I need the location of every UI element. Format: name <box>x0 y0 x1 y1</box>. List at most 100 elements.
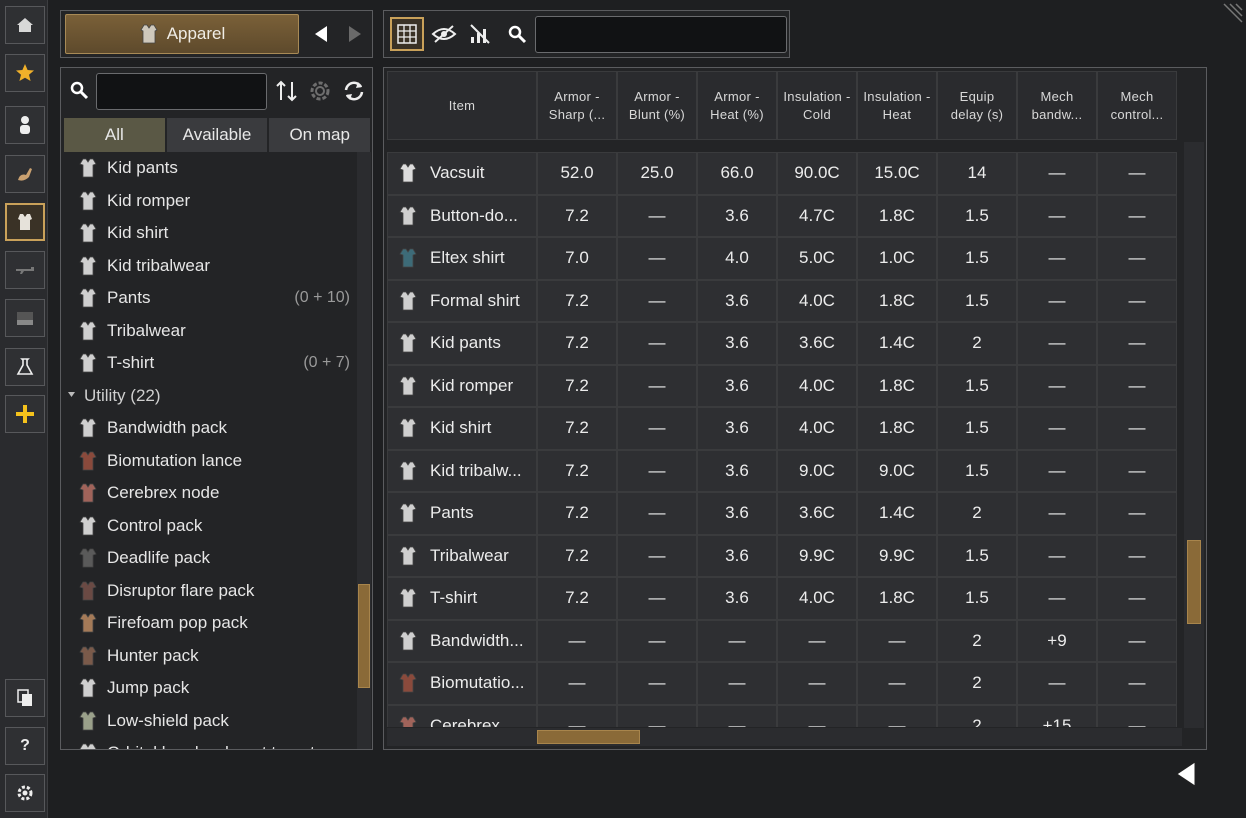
table-cell: 1.5 <box>937 577 1017 620</box>
list-item[interactable]: Tribalwear <box>61 315 357 348</box>
next-arrow-icon[interactable] <box>345 23 365 45</box>
table-cell: 9.9C <box>777 534 857 577</box>
item-name-cell[interactable]: Bandwidth... <box>387 619 537 662</box>
table-row[interactable]: Kid shirt 7.2—3.6 4.0C 1.8C 1.5— — <box>387 407 1187 450</box>
table-search-input[interactable] <box>535 16 787 53</box>
column-header[interactable]: Armor - Sharp (... <box>537 71 617 140</box>
back-arrow-icon[interactable] <box>1173 760 1199 788</box>
table-cell: 90.0C <box>777 152 857 195</box>
table-row[interactable]: Kid romper 7.2—3.6 4.0C 1.8C 1.5— — <box>387 364 1187 407</box>
item-name-cell[interactable]: Kid romper <box>387 364 537 407</box>
list-item-label: Jump pack <box>107 678 190 698</box>
table-row[interactable]: Kid pants 7.2—3.6 3.6C 1.4C 2— — <box>387 322 1187 365</box>
bandwidth-pack-icon <box>77 416 99 440</box>
category-button[interactable]: Apparel <box>65 14 299 54</box>
table-row[interactable]: Bandwidth... — — — — —2 +9— <box>387 619 1187 662</box>
item-name-cell[interactable]: Button-do... <box>387 194 537 237</box>
item-name-cell[interactable]: T-shirt <box>387 577 537 620</box>
table-row[interactable]: Tribalwear 7.2—3.6 9.9C 9.9C 1.5— — <box>387 534 1187 577</box>
add-plus-icon[interactable] <box>5 395 45 433</box>
weapon-icon[interactable] <box>5 251 45 289</box>
column-header[interactable]: Mech bandw... <box>1017 71 1097 140</box>
list-item[interactable]: Orbital bombardment targeter <box>61 737 357 749</box>
tab-on-map[interactable]: On map <box>269 118 371 152</box>
list-item[interactable]: Jump pack <box>61 672 357 705</box>
column-header[interactable]: Armor - Heat (%) <box>697 71 777 140</box>
table-row[interactable]: Formal shirt 7.2—3.6 4.0C 1.8C 1.5— — <box>387 279 1187 322</box>
list-item[interactable]: T-shirt (0 + 7) <box>61 347 357 380</box>
table-horizontal-scrollbar-thumb[interactable] <box>537 730 640 744</box>
table-vertical-scrollbar-thumb[interactable] <box>1187 540 1201 624</box>
copy-icon[interactable] <box>5 679 45 717</box>
research-flask-icon[interactable] <box>5 348 45 386</box>
previous-arrow-icon[interactable] <box>311 23 331 45</box>
tab-all[interactable]: All <box>64 118 165 152</box>
filter-gear-icon[interactable] <box>307 78 333 109</box>
help-icon[interactable]: ? <box>5 727 45 765</box>
settings-gear-icon[interactable] <box>5 774 45 812</box>
list-item[interactable]: Kid romper <box>61 185 357 218</box>
list-item[interactable]: Kid shirt <box>61 217 357 250</box>
column-header[interactable]: Mech control... <box>1097 71 1177 140</box>
list-item[interactable]: Bandwidth pack <box>61 412 357 445</box>
tshirt-icon <box>396 584 420 612</box>
item-name-cell[interactable]: Eltex shirt <box>387 237 537 280</box>
favorites-star-icon[interactable] <box>5 54 45 92</box>
item-name-cell[interactable]: Vacsuit <box>387 152 537 195</box>
table-row[interactable]: Biomutatio... — — — — —2— — <box>387 662 1187 705</box>
item-name-cell[interactable]: Biomutatio... <box>387 662 537 705</box>
grid-view-icon[interactable] <box>390 17 424 51</box>
list-item[interactable]: Kid tribalwear <box>61 250 357 283</box>
building-icon[interactable] <box>5 299 45 337</box>
table-row[interactable]: Eltex shirt 7.0—4.0 5.0C 1.0C 1.5— — <box>387 237 1187 280</box>
list-scrollbar[interactable] <box>357 152 371 749</box>
list-item[interactable]: Firefoam pop pack <box>61 607 357 640</box>
list-item[interactable]: Pants (0 + 10) <box>61 282 357 315</box>
list-item[interactable]: Deadlife pack <box>61 542 357 575</box>
hide-eye-icon[interactable] <box>427 17 461 51</box>
sort-arrows-icon[interactable] <box>274 78 300 109</box>
table-vertical-scrollbar[interactable] <box>1184 142 1204 728</box>
pawn-icon[interactable] <box>5 106 45 144</box>
table-row[interactable]: T-shirt 7.2—3.6 4.0C 1.8C 1.5— — <box>387 577 1187 620</box>
list-scrollbar-thumb[interactable] <box>358 584 370 688</box>
item-name-cell[interactable]: Tribalwear <box>387 534 537 577</box>
list-item[interactable]: Control pack <box>61 510 357 543</box>
column-header[interactable]: Equip delay (s) <box>937 71 1017 140</box>
list-item[interactable]: Low-shield pack <box>61 705 357 738</box>
item-name-cell[interactable]: Pants <box>387 492 537 535</box>
resize-handle-icon[interactable] <box>1222 2 1244 24</box>
signal-off-icon[interactable] <box>463 17 497 51</box>
list-item[interactable]: Hunter pack <box>61 640 357 673</box>
list-item[interactable]: Disruptor flare pack <box>61 575 357 608</box>
eltex-shirt-icon <box>396 244 420 272</box>
list-item-label: Utility (22) <box>84 385 161 405</box>
collapse-caret-icon[interactable] <box>67 390 76 402</box>
item-name-cell[interactable]: Kid pants <box>387 322 537 365</box>
refresh-icon[interactable] <box>341 78 367 109</box>
item-name-cell[interactable]: Cerebrex... <box>387 704 537 727</box>
table-horizontal-scrollbar[interactable] <box>387 728 1182 746</box>
item-name-cell[interactable]: Formal shirt <box>387 279 537 322</box>
table-row[interactable]: Vacsuit 52.0 25.0 66.0 90.0C 15.0C 14— — <box>387 152 1187 195</box>
list-group-header[interactable]: Utility (22) <box>61 380 357 413</box>
body-part-icon[interactable] <box>5 155 45 193</box>
table-cell: 3.6 <box>697 534 777 577</box>
item-name-cell[interactable]: Kid tribalw... <box>387 449 537 492</box>
item-name-cell[interactable]: Kid shirt <box>387 407 537 450</box>
column-header[interactable]: Insulation - Cold <box>777 71 857 140</box>
list-item[interactable]: Cerebrex node <box>61 477 357 510</box>
table-row[interactable]: Button-do... 7.2—3.6 4.7C 1.8C 1.5— — <box>387 194 1187 237</box>
home-icon[interactable] <box>5 6 45 44</box>
table-row[interactable]: Pants 7.2—3.6 3.6C 1.4C 2— — <box>387 492 1187 535</box>
column-header[interactable]: Armor - Blunt (%) <box>617 71 697 140</box>
tab-available[interactable]: Available <box>166 118 268 152</box>
list-item[interactable]: Kid pants <box>61 152 357 185</box>
table-row[interactable]: Cerebrex... — — — — —2 +15— <box>387 704 1187 727</box>
column-header[interactable]: Item <box>387 71 537 140</box>
list-search-input[interactable] <box>96 73 267 110</box>
table-row[interactable]: Kid tribalw... 7.2—3.6 9.0C 9.0C 1.5— — <box>387 449 1187 492</box>
column-header[interactable]: Insulation - Heat <box>857 71 937 140</box>
apparel-icon[interactable] <box>5 203 45 241</box>
list-item[interactable]: Biomutation lance <box>61 445 357 478</box>
